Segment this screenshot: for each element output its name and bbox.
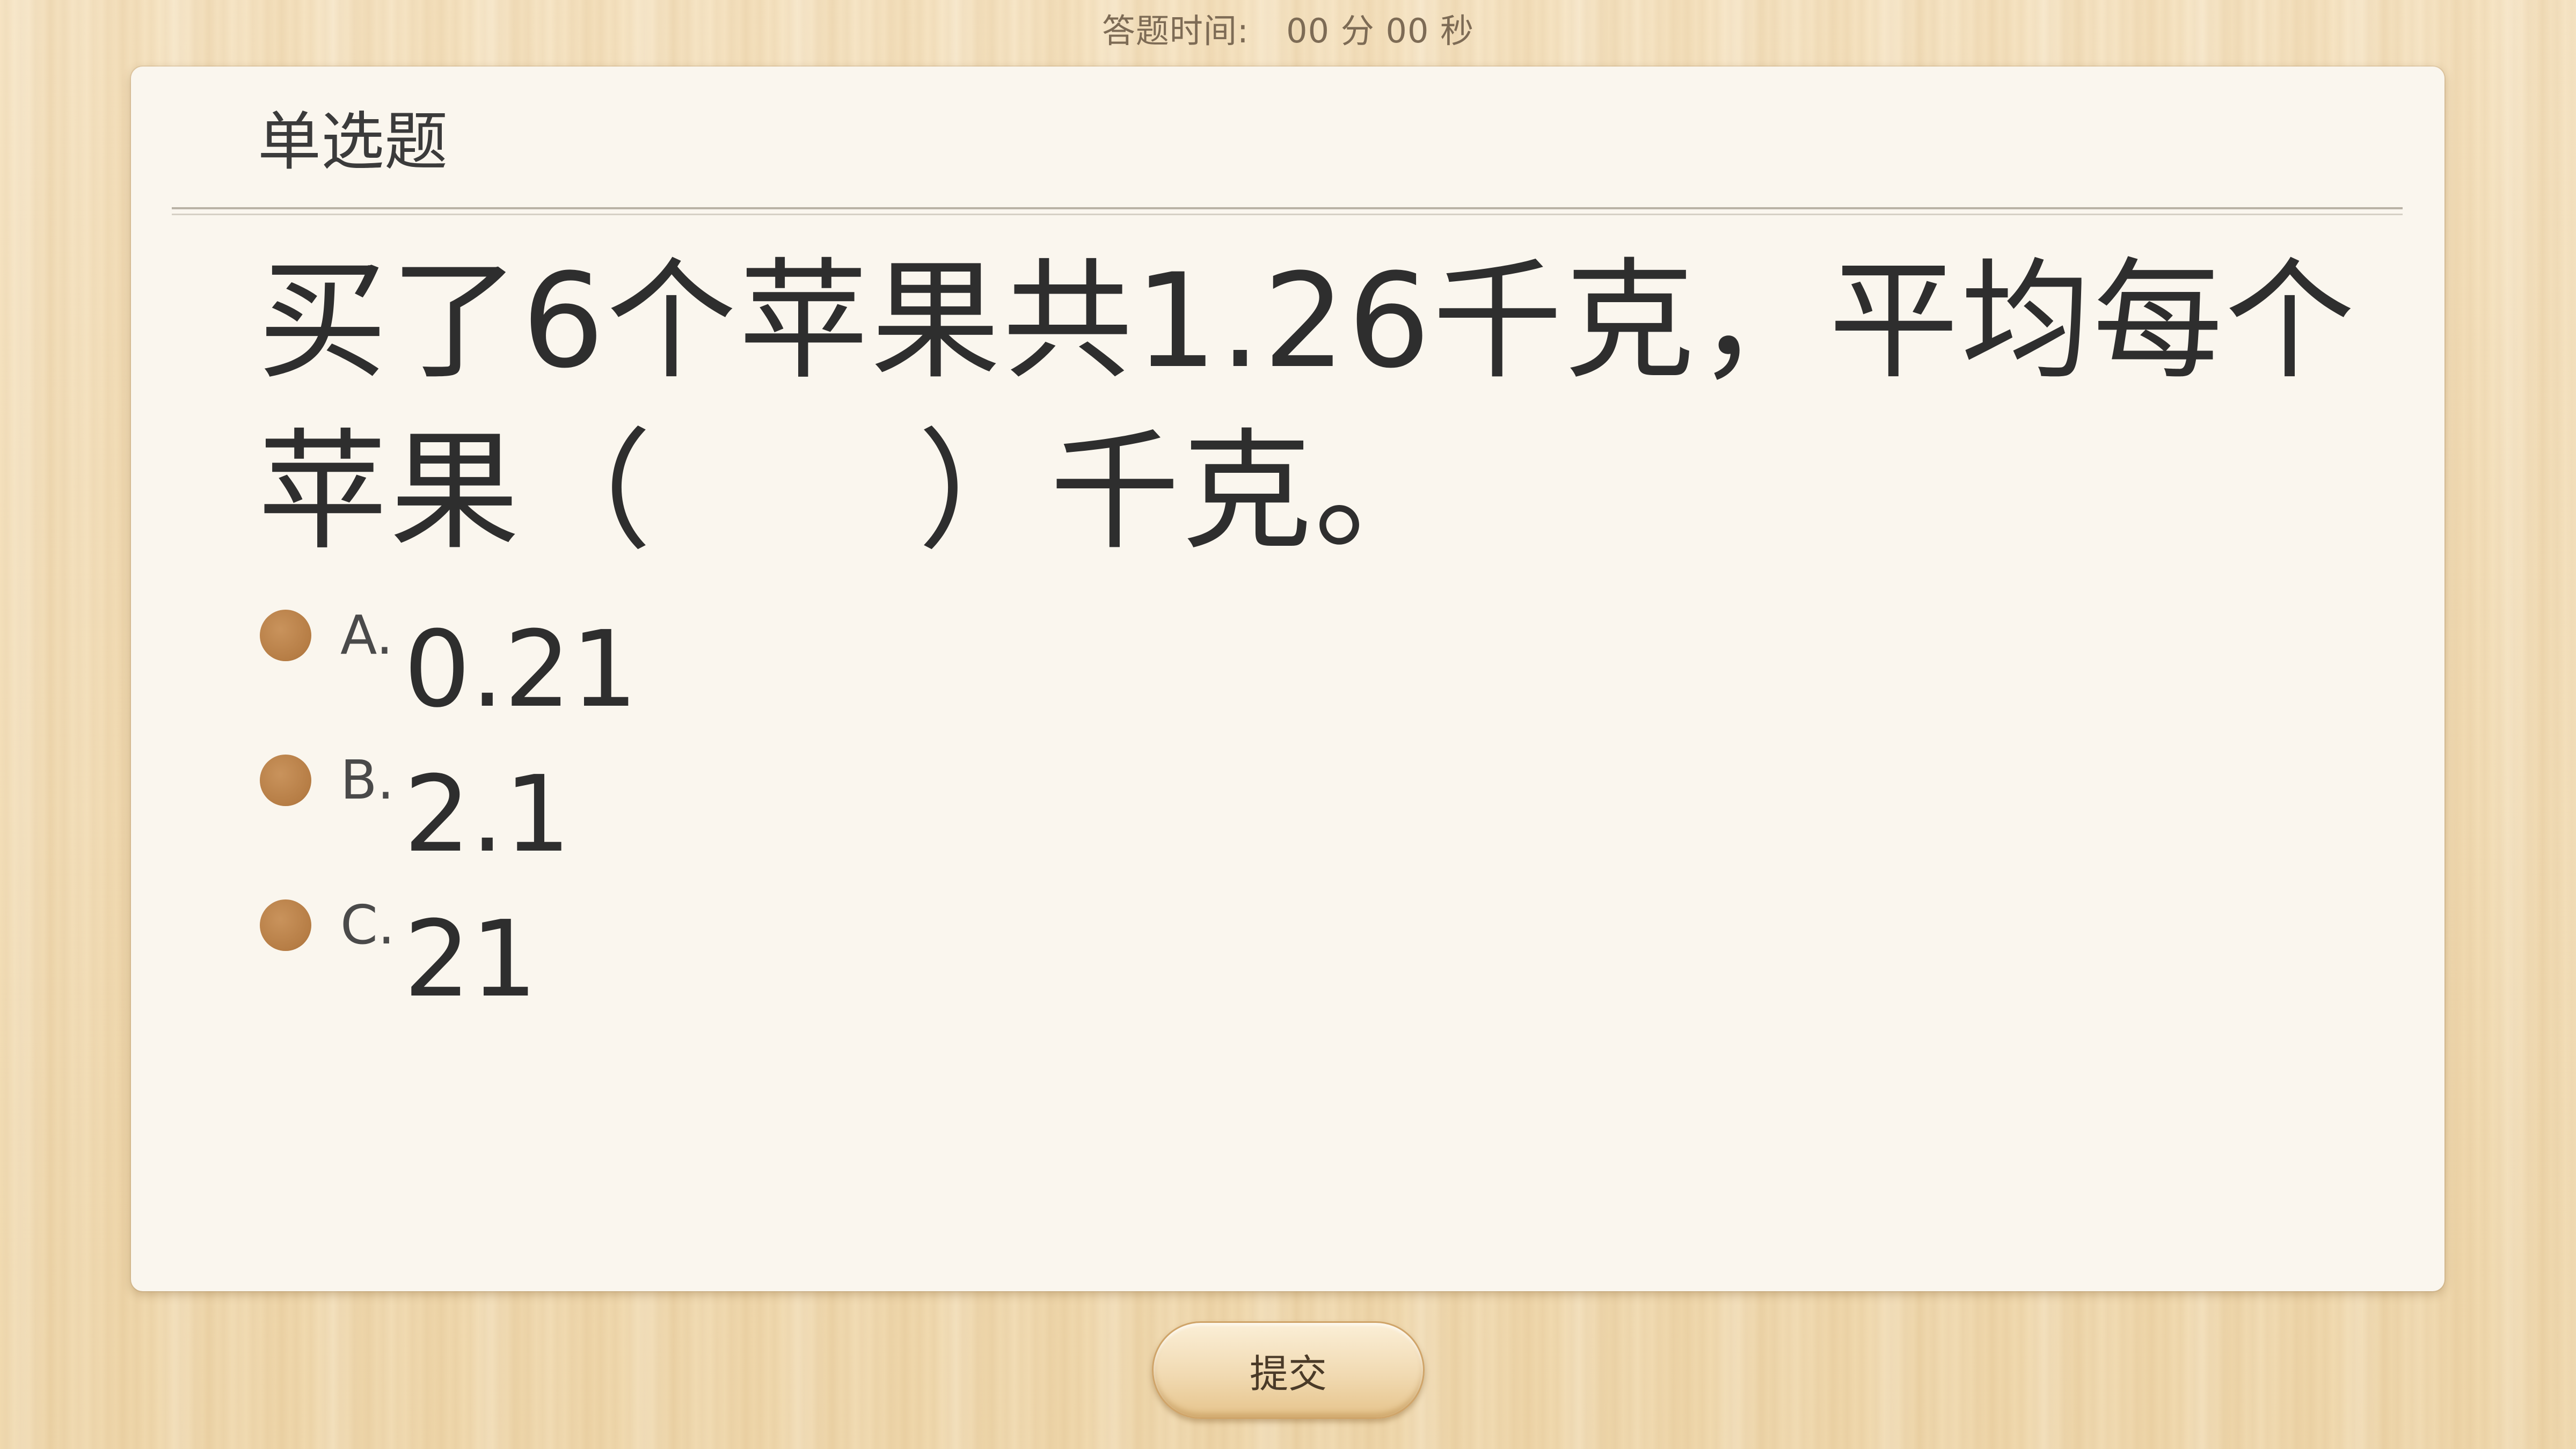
radio-dot-icon[interactable] — [260, 755, 311, 806]
timer-seconds-unit: 秒 — [1440, 11, 1475, 50]
header-divider — [172, 207, 2403, 215]
option-letter: C. — [340, 894, 395, 956]
question-card: 单选题 买了6个苹果共1.26千克，平均每个苹果（ ）千克。 A. 0.21 B… — [131, 67, 2444, 1291]
submit-button[interactable]: 提交 — [1152, 1321, 1425, 1419]
question-text: 买了6个苹果共1.26千克，平均每个苹果（ ）千克。 — [258, 246, 2357, 568]
radio-dot-icon[interactable] — [260, 610, 311, 661]
timer-minutes: 00 — [1286, 11, 1330, 50]
option-letter: A. — [340, 604, 393, 667]
timer-minutes-unit: 分 — [1340, 11, 1375, 50]
timer-seconds: 00 — [1385, 11, 1429, 50]
option-b[interactable]: B. 2.1 — [260, 732, 1011, 877]
option-value: 0.21 — [404, 609, 638, 731]
question-type-label: 单选题 — [258, 105, 448, 179]
option-c[interactable]: C. 21 — [260, 877, 1011, 1022]
radio-dot-icon[interactable] — [260, 899, 311, 951]
option-value: 21 — [404, 898, 538, 1021]
option-list: A. 0.21 B. 2.1 C. 21 — [260, 587, 1011, 1022]
answer-timer: 答题时间: 00 分 00 秒 — [0, 10, 2576, 53]
option-a[interactable]: A. 0.21 — [260, 587, 1011, 732]
option-value: 2.1 — [404, 753, 571, 876]
timer-label: 答题时间: — [1101, 11, 1249, 50]
option-letter: B. — [340, 749, 395, 811]
